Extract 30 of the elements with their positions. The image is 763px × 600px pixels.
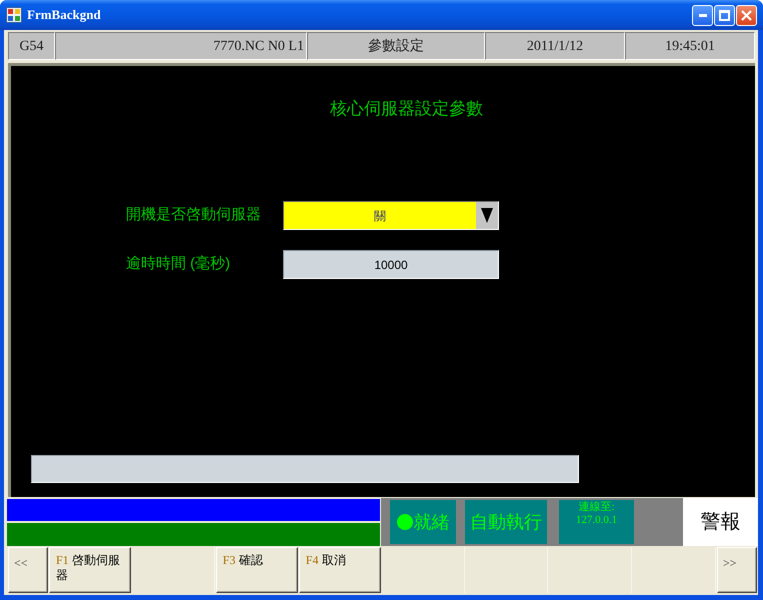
previous-page-button[interactable]: <<	[8, 547, 48, 593]
function-key[interactable]: F4 取消	[298, 547, 381, 593]
app-icon	[6, 7, 22, 23]
dropdown[interactable]: 關	[283, 201, 499, 230]
window-title: FrmBackgnd	[27, 6, 101, 24]
alarm-indicator: 警報	[700, 510, 740, 535]
screen-title: 參數設定	[307, 32, 485, 60]
caret-icon[interactable]	[476, 202, 498, 229]
function-key[interactable]: F1 啓動伺服器	[49, 547, 131, 593]
field-label: 逾時時間 (毫秒)	[126, 254, 232, 274]
status-dot-icon	[396, 514, 412, 530]
close-button[interactable]	[736, 4, 757, 26]
connection-address: 127.0.0.1	[576, 514, 618, 527]
program-status: 7770.NC N0 L1	[55, 32, 307, 60]
panel-title: 核心伺服器設定參數	[330, 99, 483, 118]
input-field[interactable]: 10000	[283, 250, 499, 279]
minimize-button[interactable]	[692, 4, 713, 26]
minimize-icon	[698, 14, 706, 16]
time-display: 19:45:01	[625, 32, 755, 60]
maximize-button[interactable]	[714, 4, 735, 26]
date-display: 2011/1/12	[485, 32, 625, 60]
connection-label: 連線至:	[578, 501, 615, 514]
mode-indicator: 自動執行	[465, 500, 547, 544]
close-icon	[741, 10, 752, 20]
next-page-button[interactable]: >>	[716, 547, 757, 593]
tool-offset: G54	[8, 32, 55, 60]
ready-label: 就緒	[414, 510, 450, 534]
field-label: 開機是否啓動伺服器	[126, 205, 262, 226]
function-key[interactable]: F3 確認	[216, 547, 298, 593]
maximize-icon	[719, 10, 730, 20]
